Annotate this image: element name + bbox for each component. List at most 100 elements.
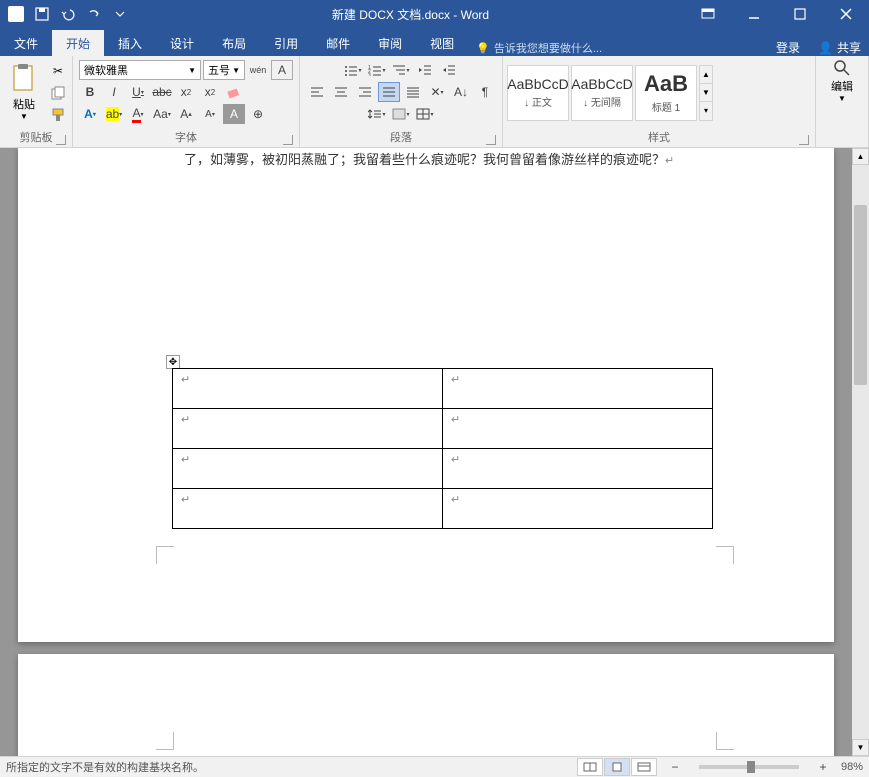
- save-icon[interactable]: [30, 2, 54, 26]
- table-cell[interactable]: ↵: [443, 489, 713, 529]
- multilevel-list-button[interactable]: ▾: [390, 60, 412, 80]
- body-paragraph[interactable]: 了，如薄雾，被初阳蒸融了；我留着些什么痕迹呢？我何曾留着像游丝样的痕迹呢？↵: [184, 150, 714, 171]
- font-launcher[interactable]: [283, 135, 293, 145]
- paste-button[interactable]: 粘贴 ▼: [4, 64, 44, 121]
- table-cell[interactable]: ↵: [443, 369, 713, 409]
- web-layout-icon[interactable]: [631, 758, 657, 776]
- style-normal[interactable]: AaBbCcD ↓ 正文: [507, 65, 569, 121]
- gallery-more-icon[interactable]: ▾: [700, 102, 712, 119]
- page-corner-icon: [156, 732, 174, 750]
- highlight-button[interactable]: ab▾: [103, 104, 125, 124]
- tab-review[interactable]: 审阅: [364, 30, 416, 56]
- qat-word-icon[interactable]: [4, 2, 28, 26]
- zoom-thumb[interactable]: [747, 761, 755, 773]
- tab-layout[interactable]: 布局: [208, 30, 260, 56]
- ribbon-display-icon[interactable]: [685, 0, 731, 28]
- tab-file[interactable]: 文件: [0, 30, 52, 56]
- table-cell[interactable]: ↵: [443, 449, 713, 489]
- table-cell[interactable]: ↵: [173, 369, 443, 409]
- scroll-thumb[interactable]: [854, 205, 867, 385]
- char-shading-button[interactable]: Aa▾: [151, 104, 173, 124]
- tab-references[interactable]: 引用: [260, 30, 312, 56]
- format-painter-icon[interactable]: [48, 105, 68, 125]
- align-justify-button[interactable]: [378, 82, 400, 102]
- tell-me-search[interactable]: 💡 告诉我您想要做什么...: [468, 40, 766, 56]
- strikethrough-button[interactable]: abc: [151, 82, 173, 102]
- document-table[interactable]: ↵↵ ↵↵ ↵↵ ↵↵: [172, 368, 713, 529]
- table-cell[interactable]: ↵: [173, 489, 443, 529]
- find-button[interactable]: 编辑 ▼: [820, 58, 864, 103]
- scroll-down-icon[interactable]: ▼: [852, 739, 869, 756]
- char-border-button[interactable]: A: [271, 60, 293, 80]
- borders-button[interactable]: ▾: [414, 104, 436, 124]
- undo-icon[interactable]: [56, 2, 80, 26]
- style-heading1[interactable]: AaB 标题 1: [635, 65, 697, 121]
- table-cell[interactable]: ↵: [173, 449, 443, 489]
- qat-customize-icon[interactable]: [108, 2, 132, 26]
- text-effects-button[interactable]: A▾: [79, 104, 101, 124]
- paragraph-mark-icon: ↵: [665, 155, 674, 167]
- enclose-chars-button[interactable]: A: [223, 104, 245, 124]
- line-spacing-button[interactable]: ▾: [366, 104, 388, 124]
- zoom-level[interactable]: 98%: [841, 761, 863, 773]
- gallery-up-icon[interactable]: ▲: [700, 66, 712, 84]
- subscript-button[interactable]: x2: [175, 82, 197, 102]
- vertical-scrollbar[interactable]: ▲ ▼: [852, 148, 869, 756]
- scroll-track[interactable]: [852, 165, 869, 739]
- gallery-down-icon[interactable]: ▼: [700, 84, 712, 102]
- document-page[interactable]: 了，如薄雾，被初阳蒸融了；我留着些什么痕迹呢？我何曾留着像游丝样的痕迹呢？↵ ✥…: [18, 148, 834, 642]
- tab-view[interactable]: 视图: [416, 30, 468, 56]
- redo-icon[interactable]: [82, 2, 106, 26]
- table-move-handle-icon[interactable]: ✥: [166, 355, 180, 369]
- table-cell[interactable]: ↵: [173, 409, 443, 449]
- font-name-select[interactable]: 微软雅黑▼: [79, 60, 201, 80]
- clipboard-launcher[interactable]: [56, 135, 66, 145]
- shading-button[interactable]: ▾: [390, 104, 412, 124]
- close-icon[interactable]: [823, 0, 869, 28]
- change-case-button[interactable]: ⊕: [247, 104, 269, 124]
- zoom-slider[interactable]: [699, 765, 799, 769]
- zoom-out-button[interactable]: −: [667, 757, 683, 777]
- bold-button[interactable]: B: [79, 82, 101, 102]
- document-page[interactable]: ↵: [18, 654, 834, 756]
- sort-button[interactable]: A↓: [450, 82, 472, 102]
- paragraph-launcher[interactable]: [486, 135, 496, 145]
- increase-indent-button[interactable]: [438, 60, 460, 80]
- italic-button[interactable]: I: [103, 82, 125, 102]
- maximize-icon[interactable]: [777, 0, 823, 28]
- decrease-indent-button[interactable]: [414, 60, 436, 80]
- align-left-button[interactable]: [306, 82, 328, 102]
- read-mode-icon[interactable]: [577, 758, 603, 776]
- bullets-button[interactable]: ▾: [342, 60, 364, 80]
- shrink-font-button[interactable]: A▾: [199, 104, 221, 124]
- font-color-button[interactable]: A▾: [127, 104, 149, 124]
- login-link[interactable]: 登录: [766, 39, 810, 56]
- share-button[interactable]: 👤 共享: [810, 39, 869, 56]
- print-layout-icon[interactable]: [604, 758, 630, 776]
- copy-icon[interactable]: [48, 83, 68, 103]
- numbering-button[interactable]: 123▾: [366, 60, 388, 80]
- align-distributed-button[interactable]: [402, 82, 424, 102]
- table-cell[interactable]: ↵: [443, 409, 713, 449]
- superscript-button[interactable]: x2: [199, 82, 221, 102]
- styles-launcher[interactable]: [799, 135, 809, 145]
- asian-layout-button[interactable]: ✕▾: [426, 82, 448, 102]
- tab-insert[interactable]: 插入: [104, 30, 156, 56]
- clear-formatting-icon[interactable]: [223, 82, 245, 102]
- style-no-spacing[interactable]: AaBbCcD ↓ 无间隔: [571, 65, 633, 121]
- cut-icon[interactable]: ✂: [48, 61, 68, 81]
- font-size-select[interactable]: 五号▼: [203, 60, 245, 80]
- underline-button[interactable]: U▾: [127, 82, 149, 102]
- minimize-icon[interactable]: [731, 0, 777, 28]
- zoom-in-button[interactable]: +: [815, 757, 831, 777]
- grow-font-button[interactable]: A▴: [175, 104, 197, 124]
- tab-home[interactable]: 开始: [52, 30, 104, 56]
- scroll-up-icon[interactable]: ▲: [852, 148, 869, 165]
- align-center-button[interactable]: [330, 82, 352, 102]
- group-paragraph-label: 段落: [390, 132, 412, 144]
- tab-mailings[interactable]: 邮件: [312, 30, 364, 56]
- phonetic-guide-button[interactable]: wén: [247, 60, 269, 80]
- tab-design[interactable]: 设计: [156, 30, 208, 56]
- align-right-button[interactable]: [354, 82, 376, 102]
- show-hide-marks-button[interactable]: ¶: [474, 82, 496, 102]
